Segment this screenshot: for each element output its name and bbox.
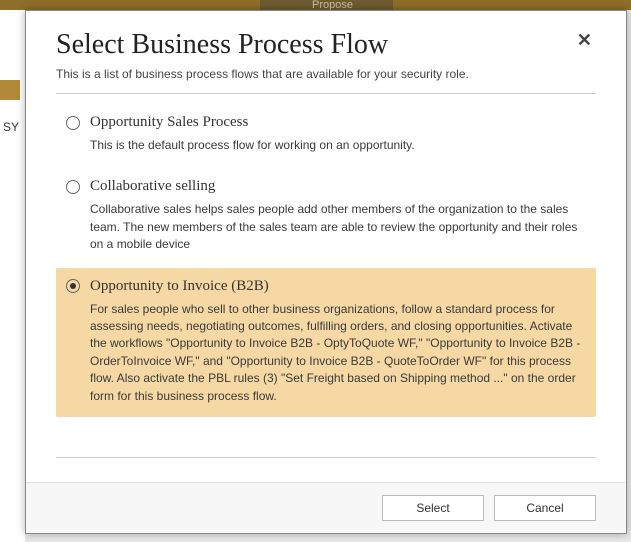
dialog-subtitle: This is a list of business process flows… <box>56 67 596 81</box>
option-list: Opportunity Sales Process This is the de… <box>56 100 596 417</box>
select-bpf-dialog: Select Business Process Flow ✕ This is a… <box>25 10 627 534</box>
cancel-button[interactable]: Cancel <box>494 495 596 521</box>
close-icon[interactable]: ✕ <box>573 29 596 51</box>
radio-icon[interactable] <box>66 279 80 293</box>
radio-icon[interactable] <box>66 180 80 194</box>
option-title: Opportunity Sales Process <box>90 114 248 131</box>
select-button[interactable]: Select <box>382 495 484 521</box>
bg-left-gold-strip <box>0 80 20 100</box>
dialog-body: Select Business Process Flow ✕ This is a… <box>26 11 626 482</box>
divider-top <box>56 93 596 94</box>
dialog-footer: Select Cancel <box>26 482 626 533</box>
option-title: Opportunity to Invoice (B2B) <box>90 278 269 295</box>
option-title: Collaborative selling <box>90 178 215 195</box>
bg-cut-text: SY <box>3 120 19 134</box>
option-description: This is the default process flow for wor… <box>90 137 584 154</box>
dialog-title: Select Business Process Flow <box>56 29 388 61</box>
option-description: Collaborative sales helps sales people a… <box>90 201 584 253</box>
option-collaborative-selling[interactable]: Collaborative selling Collaborative sale… <box>56 168 596 265</box>
divider-bottom <box>56 457 596 458</box>
radio-icon[interactable] <box>66 116 80 130</box>
option-opportunity-to-invoice-b2b[interactable]: Opportunity to Invoice (B2B) For sales p… <box>56 268 596 417</box>
option-description: For sales people who sell to other busin… <box>90 301 584 405</box>
option-opportunity-sales-process[interactable]: Opportunity Sales Process This is the de… <box>56 104 596 166</box>
